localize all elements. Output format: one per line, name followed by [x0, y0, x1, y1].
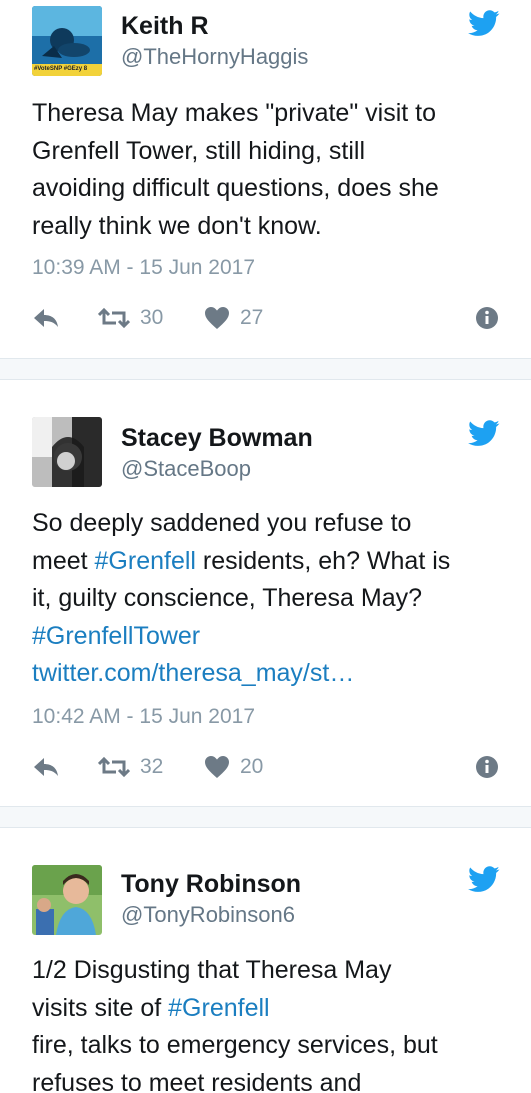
- avatar[interactable]: [32, 865, 102, 935]
- tweet-text-line: visits site of #Grenfell: [32, 990, 512, 1028]
- tweet-text-line: refuses to meet residents and: [32, 1068, 362, 1093]
- tweet-text-line: Theresa May makes "private" visit to: [32, 99, 436, 127]
- hashtag-link[interactable]: #Grenfell: [168, 994, 269, 1022]
- retweet-button[interactable]: 32: [98, 751, 163, 783]
- display-name[interactable]: Stacey Bowman: [121, 424, 313, 453]
- tweet-text-line: avoiding difficult questions, does she: [32, 174, 439, 202]
- info-button[interactable]: [475, 302, 499, 334]
- info-icon: [475, 306, 499, 330]
- tweet-text-line: fire, talks to emergency services, but: [32, 1031, 438, 1059]
- heart-icon: [204, 755, 230, 779]
- tweet-timestamp[interactable]: 10:39 AM - 15 Jun 2017: [32, 256, 255, 280]
- retweet-button[interactable]: 30: [98, 302, 163, 334]
- tweet-text-line: really think we don't know.: [32, 211, 322, 240]
- hashtag-link[interactable]: #GrenfellTower: [32, 618, 512, 656]
- text-segment: residents, eh? What is: [195, 546, 451, 575]
- text-segment: meet: [32, 546, 95, 575]
- twitter-bird-icon: [468, 10, 500, 37]
- twitter-bird-icon: [468, 866, 500, 893]
- url-link[interactable]: twitter.com/theresa_may/st…: [32, 655, 512, 693]
- display-name[interactable]: Tony Robinson: [121, 870, 301, 899]
- retweet-count: 30: [140, 306, 164, 329]
- tweet-actions: 30 27: [32, 302, 502, 334]
- twitter-bird-icon: [468, 420, 500, 447]
- tweet-text: So deeply saddened you refuse to meet #G…: [32, 505, 512, 693]
- retweet-count: 32: [140, 755, 164, 778]
- tweet-text-line: meet #Grenfell residents, eh? What is: [32, 543, 512, 581]
- tweet-text: Theresa May makes "private" visit to Gre…: [32, 95, 512, 245]
- avatar-badge-text: #VoteSNP #GEzy 8: [34, 66, 88, 72]
- tweet-timestamp[interactable]: 10:42 AM - 15 Jun 2017: [32, 705, 255, 729]
- avatar[interactable]: [32, 417, 102, 487]
- reply-button[interactable]: [32, 751, 60, 783]
- reply-button[interactable]: [32, 302, 60, 334]
- info-icon: [475, 755, 499, 779]
- tweet-text-line: So deeply saddened you refuse to: [32, 509, 412, 537]
- like-count: 27: [240, 306, 264, 329]
- like-count: 20: [240, 755, 264, 778]
- user-handle[interactable]: @StaceBoop: [121, 456, 251, 482]
- tweet-text-line: 1/2 Disgusting that Theresa May: [32, 956, 392, 984]
- tweet-separator: [0, 806, 531, 828]
- tweet-text-line: Grenfell Tower, still hiding, still: [32, 136, 366, 165]
- display-name[interactable]: Keith R: [121, 12, 209, 41]
- hashtag-link[interactable]: #Grenfell: [95, 547, 196, 575]
- tweet-actions: 32 20: [32, 751, 502, 783]
- tweet-card[interactable]: Stacey Bowman @StaceBoop So deeply sadde…: [0, 380, 531, 806]
- tweet-card[interactable]: #VoteSNP #GEzy 8 Keith R @TheHornyHaggis…: [0, 0, 531, 358]
- like-button[interactable]: 27: [204, 302, 263, 334]
- user-handle[interactable]: @TheHornyHaggis: [121, 44, 308, 70]
- tweet-card[interactable]: Tony Robinson @TonyRobinson6 1/2 Disgust…: [0, 828, 531, 1093]
- retweet-icon: [98, 756, 130, 778]
- tweet-separator: [0, 358, 531, 380]
- avatar[interactable]: #VoteSNP #GEzy 8: [32, 6, 102, 76]
- retweet-icon: [98, 307, 130, 329]
- heart-icon: [204, 306, 230, 330]
- text-segment: visits site of: [32, 993, 169, 1022]
- reply-icon: [32, 756, 60, 778]
- reply-icon: [32, 307, 60, 329]
- user-handle[interactable]: @TonyRobinson6: [121, 902, 295, 928]
- tweet-text-line: it, guilty conscience, Theresa May?: [32, 584, 423, 612]
- tweet-text: 1/2 Disgusting that Theresa May visits s…: [32, 952, 512, 1093]
- like-button[interactable]: 20: [204, 751, 263, 783]
- info-button[interactable]: [475, 751, 499, 783]
